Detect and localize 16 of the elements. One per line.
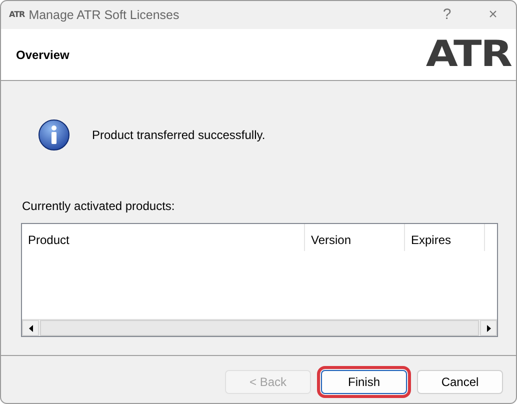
close-button[interactable]: × <box>470 4 516 26</box>
column-header[interactable]: Version <box>305 224 405 251</box>
scroll-right-icon[interactable] <box>486 324 490 332</box>
column-header[interactable]: Expires <box>405 224 485 251</box>
wizard-button[interactable]: Cancel <box>417 370 503 394</box>
brand-logo: ATR <box>426 36 511 72</box>
section-label: Currently activated products: <box>22 198 176 215</box>
column-header[interactable]: Product <box>22 224 305 251</box>
info-icon <box>38 119 70 151</box>
scroll-left-icon[interactable] <box>28 324 32 332</box>
app-logo: ATR <box>9 9 25 21</box>
horizontal-scrollbar[interactable] <box>22 319 497 336</box>
page-title: Overview <box>16 46 70 64</box>
help-button[interactable]: ? <box>424 4 470 26</box>
window-title: Manage ATR Soft Licenses <box>28 6 180 24</box>
status-message: Product transferred successfully. <box>92 127 266 144</box>
